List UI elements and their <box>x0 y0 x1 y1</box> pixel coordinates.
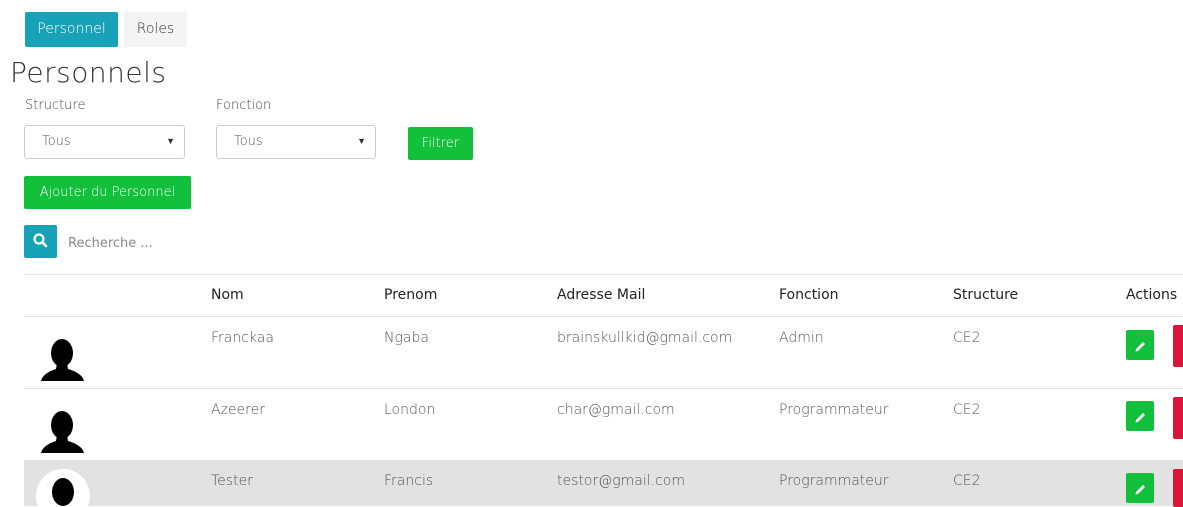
table-row: Tester Francis testor@gmail.com Programm… <box>24 460 1183 507</box>
tab-personnel[interactable]: Personnel <box>25 12 118 47</box>
tab-roles[interactable]: Roles <box>124 12 187 47</box>
filter-button[interactable]: Filtrer <box>408 127 473 160</box>
cell-structure: CE2 <box>953 402 981 418</box>
header-structure: Structure <box>953 287 1019 303</box>
add-personnel-button[interactable]: Ajouter du Personnel <box>24 176 191 209</box>
cell-nom: Tester <box>211 473 253 489</box>
edit-button[interactable] <box>1126 473 1154 503</box>
table-row: Azeerer London char@gmail.com Programmat… <box>24 388 1183 460</box>
search-button[interactable] <box>24 225 57 258</box>
chevron-down-icon: ▼ <box>166 137 175 147</box>
cell-prenom: Ngaba <box>384 330 429 346</box>
pencil-icon <box>1135 342 1145 352</box>
delete-button[interactable] <box>1173 325 1183 367</box>
structure-label: Structure <box>25 98 86 113</box>
delete-button[interactable] <box>1173 469 1183 507</box>
edit-button[interactable] <box>1126 401 1154 431</box>
fonction-label: Fonction <box>216 98 272 113</box>
fonction-select[interactable]: Tous ▼ <box>216 125 376 159</box>
cell-prenom: Francis <box>384 473 434 489</box>
avatar <box>41 339 84 381</box>
cell-nom: Azeerer <box>211 402 265 418</box>
cell-fonction: Programmateur <box>779 402 889 418</box>
search-icon <box>33 233 48 248</box>
structure-select-value: Tous <box>42 134 71 149</box>
cell-fonction: Admin <box>779 330 824 346</box>
header-adresse-mail: Adresse Mail <box>557 287 646 303</box>
page-title: Personnels <box>10 56 167 89</box>
cell-fonction: Programmateur <box>779 473 889 489</box>
avatar <box>41 411 84 453</box>
delete-button[interactable] <box>1173 397 1183 439</box>
search-input[interactable] <box>66 228 370 258</box>
cell-structure: CE2 <box>953 330 981 346</box>
pencil-icon <box>1135 413 1145 423</box>
header-fonction: Fonction <box>779 287 839 303</box>
table-top-border <box>24 274 1183 275</box>
fonction-select-value: Tous <box>234 134 263 149</box>
structure-select[interactable]: Tous ▼ <box>24 125 185 159</box>
cell-email: brainskullkid@gmail.com <box>557 330 733 346</box>
avatar <box>36 469 90 507</box>
cell-prenom: London <box>384 402 436 418</box>
edit-button[interactable] <box>1126 330 1154 360</box>
chevron-down-icon: ▼ <box>357 137 366 147</box>
header-actions: Actions <box>1126 287 1178 303</box>
header-prenom: Prenom <box>384 287 438 303</box>
cell-email: testor@gmail.com <box>557 473 685 489</box>
cell-nom: Franckaa <box>211 330 274 346</box>
cell-email: char@gmail.com <box>557 402 675 418</box>
pencil-icon <box>1135 485 1145 495</box>
header-nom: Nom <box>211 287 244 303</box>
table-row: Franckaa Ngaba brainskullkid@gmail.com A… <box>24 316 1183 388</box>
cell-structure: CE2 <box>953 473 981 489</box>
